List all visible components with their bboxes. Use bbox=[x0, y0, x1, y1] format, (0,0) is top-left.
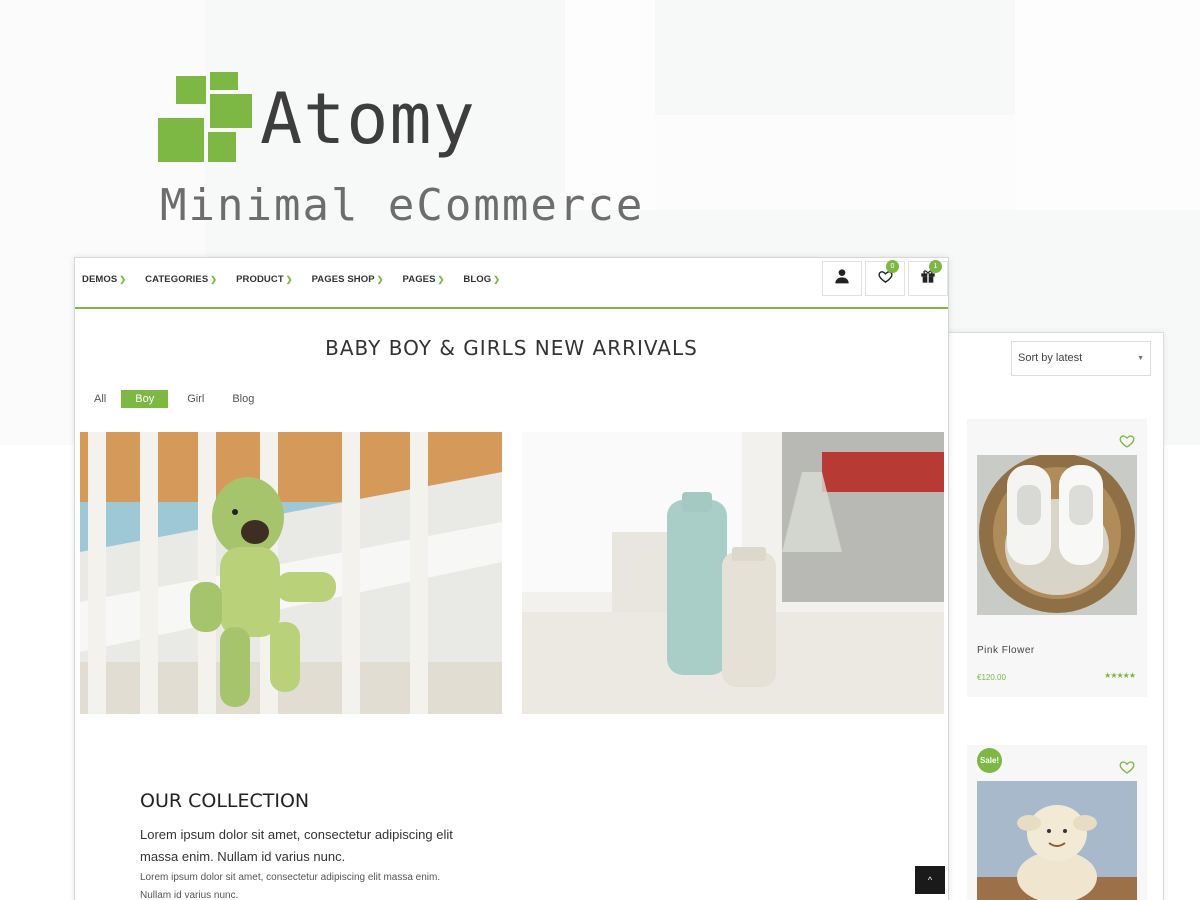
product-price: €120.00 bbox=[977, 673, 1006, 682]
cart-count-badge: 1 bbox=[929, 260, 942, 273]
wishlist-count-badge: 0 bbox=[886, 260, 899, 273]
nav-item-categories[interactable]: CATEGORIES ❯ bbox=[145, 274, 217, 285]
wishlist-heart-icon[interactable] bbox=[1119, 433, 1135, 449]
nav-item-demos[interactable]: DEMOS ❯ bbox=[82, 274, 126, 285]
product-image-baby-shoes[interactable] bbox=[977, 455, 1137, 615]
nav-icon-group: 0 1 bbox=[819, 260, 948, 296]
background-block bbox=[655, 115, 1015, 210]
brand-name: Atomy bbox=[260, 78, 476, 160]
chevron-down-icon: ▼ bbox=[1137, 355, 1144, 362]
chevron-down-icon: ❯ bbox=[376, 275, 384, 284]
brand-tagline: Minimal eCommerce bbox=[160, 180, 645, 231]
filter-tabs: All Boy Girl Blog bbox=[87, 390, 275, 408]
product-image-plush-sheep[interactable] bbox=[977, 781, 1137, 900]
nav-item-blog[interactable]: BLOG ❯ bbox=[463, 274, 500, 285]
product-rating-stars: ★★★★★ bbox=[1104, 671, 1136, 680]
back-to-top-button[interactable]: ^ bbox=[915, 866, 945, 894]
product-name[interactable]: Pink Flower bbox=[977, 645, 1035, 656]
product-card[interactable]: Pink Flower €120.00 ★★★★★ bbox=[967, 419, 1147, 697]
chevron-down-icon: ❯ bbox=[493, 275, 501, 284]
gallery-image-bottles[interactable] bbox=[522, 432, 944, 714]
logo-icon bbox=[158, 72, 253, 167]
filter-tab-boy[interactable]: Boy bbox=[121, 390, 169, 408]
background-block bbox=[1015, 0, 1200, 210]
user-icon bbox=[834, 268, 850, 289]
cart-button[interactable]: 1 bbox=[908, 260, 948, 296]
filter-tab-all[interactable]: All bbox=[87, 390, 113, 408]
filter-tab-blog[interactable]: Blog bbox=[225, 390, 261, 408]
gallery-image-crib-toy[interactable] bbox=[80, 432, 502, 714]
chevron-down-icon: ❯ bbox=[285, 275, 293, 284]
wishlist-heart-icon[interactable] bbox=[1119, 759, 1135, 775]
nav-item-pages-shop[interactable]: PAGES SHOP ❯ bbox=[312, 274, 384, 285]
main-page-preview: DEMOS ❯ CATEGORIES ❯ PRODUCT ❯ PAGES SHOP ❯ … bbox=[74, 257, 949, 900]
chevron-down-icon: ❯ bbox=[437, 275, 445, 284]
product-card[interactable]: Sale! bbox=[967, 745, 1147, 900]
section-title: BABY BOY & GIRLS NEW ARRIVALS bbox=[325, 336, 698, 360]
collection-title: OUR COLLECTION bbox=[140, 790, 310, 812]
chevron-down-icon: ❯ bbox=[119, 275, 127, 284]
background-block bbox=[565, 0, 655, 210]
sale-badge: Sale! bbox=[977, 748, 1002, 773]
sort-select[interactable]: Sort by latest ▼ bbox=[1011, 341, 1151, 376]
shop-page-preview: Sort by latest ▼ Pink Flower €120.00 ★★★… bbox=[930, 332, 1164, 900]
nav-item-pages[interactable]: PAGES ❯ bbox=[403, 274, 445, 285]
sort-selected-value: Sort by latest bbox=[1018, 352, 1083, 364]
collection-lead-text: Lorem ipsum dolor sit amet, consectetur … bbox=[140, 827, 453, 864]
main-navbar: DEMOS ❯ CATEGORIES ❯ PRODUCT ❯ PAGES SHOP ❯ … bbox=[75, 258, 948, 309]
wishlist-button[interactable]: 0 bbox=[865, 260, 905, 296]
account-button[interactable] bbox=[822, 261, 862, 296]
filter-tab-girl[interactable]: Girl bbox=[180, 390, 211, 408]
chevron-up-icon: ^ bbox=[927, 875, 933, 885]
nav-menu: DEMOS ❯ CATEGORIES ❯ PRODUCT ❯ PAGES SHOP ❯ … bbox=[82, 274, 519, 285]
chevron-down-icon: ❯ bbox=[210, 275, 218, 284]
nav-item-product[interactable]: PRODUCT ❯ bbox=[236, 274, 292, 285]
collection-body-text: Lorem ipsum dolor sit amet, consectetur … bbox=[140, 872, 441, 900]
